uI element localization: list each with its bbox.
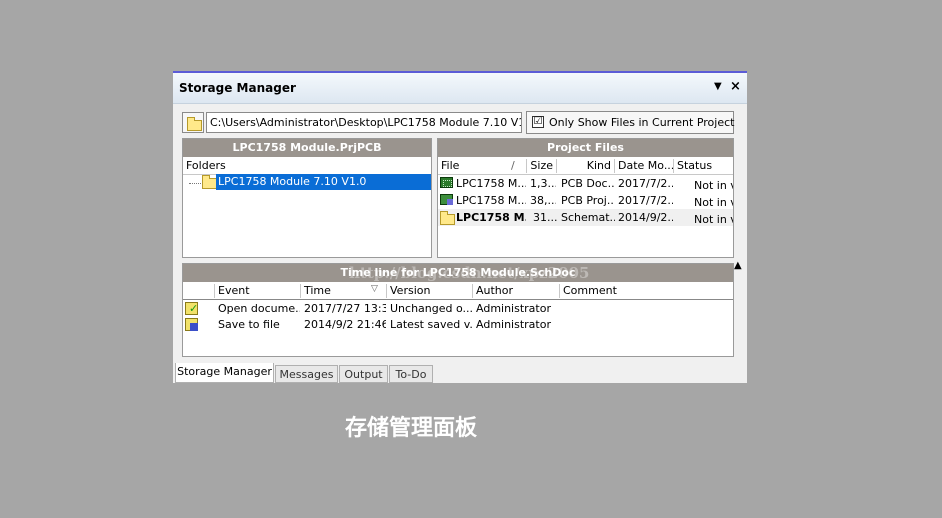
row-version: Unchanged o... xyxy=(390,302,472,315)
project-files-pane: Project Files File / Size Kind Date Mo..… xyxy=(437,138,734,258)
row-file: LPC1758 M... xyxy=(456,194,526,207)
table-row[interactable]: Save to file 2014/9/2 21:46... Latest sa… xyxy=(183,316,733,332)
collapse-up-arrow[interactable]: ▲ xyxy=(734,260,742,271)
project-tree-header: LPC1758 Module.PrjPCB xyxy=(183,139,431,157)
column-date-modified[interactable]: Date Mo... xyxy=(615,159,674,173)
tree-item-selected-folder[interactable]: LPC1758 Module 7.10 V1.0 xyxy=(216,174,431,190)
browse-folder-button[interactable] xyxy=(182,112,204,133)
row-kind: PCB Doc... xyxy=(561,177,615,190)
pcb-project-icon xyxy=(440,194,453,205)
folder-icon xyxy=(187,117,202,131)
project-tree-pane: LPC1758 Module.PrjPCB Folders LPC1758 Mo… xyxy=(182,138,432,258)
save-file-icon xyxy=(185,318,198,331)
row-size: 38,... xyxy=(530,194,556,207)
table-row[interactable]: LPC1758 M... 31... Schemat... 2014/9/2..… xyxy=(438,209,733,226)
tree-connector xyxy=(189,183,201,184)
tab-storage-manager[interactable]: Storage Manager xyxy=(175,363,274,383)
only-show-checkbox[interactable]: ☑ xyxy=(532,116,544,128)
only-show-project-files-toggle[interactable]: ☑ Only Show Files in Current Project xyxy=(526,111,734,134)
row-author: Administrator xyxy=(476,318,551,331)
row-version: Latest saved v... xyxy=(390,318,472,331)
tab-messages[interactable]: Messages xyxy=(275,365,338,383)
panel-tab-strip: Storage Manager Messages Output To-Do xyxy=(173,363,747,385)
row-status: Not in v xyxy=(694,196,734,209)
folder-icon xyxy=(440,211,455,225)
row-kind: Schemat... xyxy=(561,211,615,224)
column-version[interactable]: Version xyxy=(387,284,473,298)
column-blank xyxy=(183,284,215,298)
figure-caption: 存储管理面板 xyxy=(345,416,478,441)
row-status: Not in v xyxy=(694,213,734,226)
only-show-label: Only Show Files in Current Project xyxy=(549,116,735,129)
time-sort-indicator: ▽ xyxy=(371,284,378,294)
timeline-title: Time line for LPC1758 Module.SchDoc xyxy=(340,266,576,279)
column-comment[interactable]: Comment xyxy=(560,284,733,298)
pin-dropdown-icon[interactable]: ▼ xyxy=(714,81,722,92)
path-field[interactable]: C:\Users\Administrator\Desktop\LPC1758 M… xyxy=(206,112,522,133)
file-sort-indicator: / xyxy=(511,159,515,172)
storage-manager-panel: Storage Manager ▼ × C:\Users\Administrat… xyxy=(173,71,747,383)
tab-output[interactable]: Output xyxy=(339,365,388,383)
folder-icon xyxy=(202,175,217,189)
column-author[interactable]: Author xyxy=(473,284,560,298)
column-status[interactable]: Status xyxy=(674,159,733,173)
folders-column-header[interactable]: Folders xyxy=(183,158,431,175)
column-event[interactable]: Event xyxy=(215,284,301,298)
table-row[interactable]: LPC1758 M... 38,... PCB Proj... 2017/7/2… xyxy=(438,192,733,209)
row-author: Administrator xyxy=(476,302,551,315)
pcb-doc-icon xyxy=(440,177,453,188)
panel-titlebar[interactable]: Storage Manager ▼ × xyxy=(173,73,747,104)
row-size: 1,3... xyxy=(530,177,556,190)
timeline-columns: Event Time ▽ Version Author Comment xyxy=(183,283,733,300)
row-size: 31... xyxy=(533,211,557,224)
table-row[interactable]: LPC1758 M... 1,3... PCB Doc... 2017/7/2.… xyxy=(438,175,733,192)
row-status: Not in v xyxy=(694,179,734,192)
project-files-header: Project Files xyxy=(438,139,733,157)
close-icon[interactable]: × xyxy=(730,79,741,94)
row-time: 2017/7/27 13:3... xyxy=(304,302,386,315)
row-kind: PCB Proj... xyxy=(561,194,615,207)
project-files-columns: File / Size Kind Date Mo... Status xyxy=(438,158,733,175)
row-date: 2017/7/2... xyxy=(618,194,673,207)
tab-to-do[interactable]: To-Do xyxy=(389,365,433,383)
table-row[interactable]: Open docume... 2017/7/27 13:3... Unchang… xyxy=(183,300,733,316)
panel-title: Storage Manager xyxy=(179,81,296,95)
folders-column-label[interactable]: Folders xyxy=(183,159,431,173)
row-file: LPC1758 M... xyxy=(456,211,526,224)
open-document-icon xyxy=(185,302,198,315)
timeline-pane: http://blog.csdn.net/xpz2005 Time line f… xyxy=(182,263,734,357)
row-date: 2014/9/2... xyxy=(618,211,673,224)
row-date: 2017/7/2... xyxy=(618,177,673,190)
row-time: 2014/9/2 21:46... xyxy=(304,318,386,331)
row-event: Save to file xyxy=(218,318,280,331)
column-kind[interactable]: Kind xyxy=(557,159,615,173)
column-size[interactable]: Size xyxy=(527,159,557,173)
row-event: Open docume... xyxy=(218,302,300,315)
row-file: LPC1758 M... xyxy=(456,177,526,190)
timeline-header: http://blog.csdn.net/xpz2005 Time line f… xyxy=(183,264,733,282)
